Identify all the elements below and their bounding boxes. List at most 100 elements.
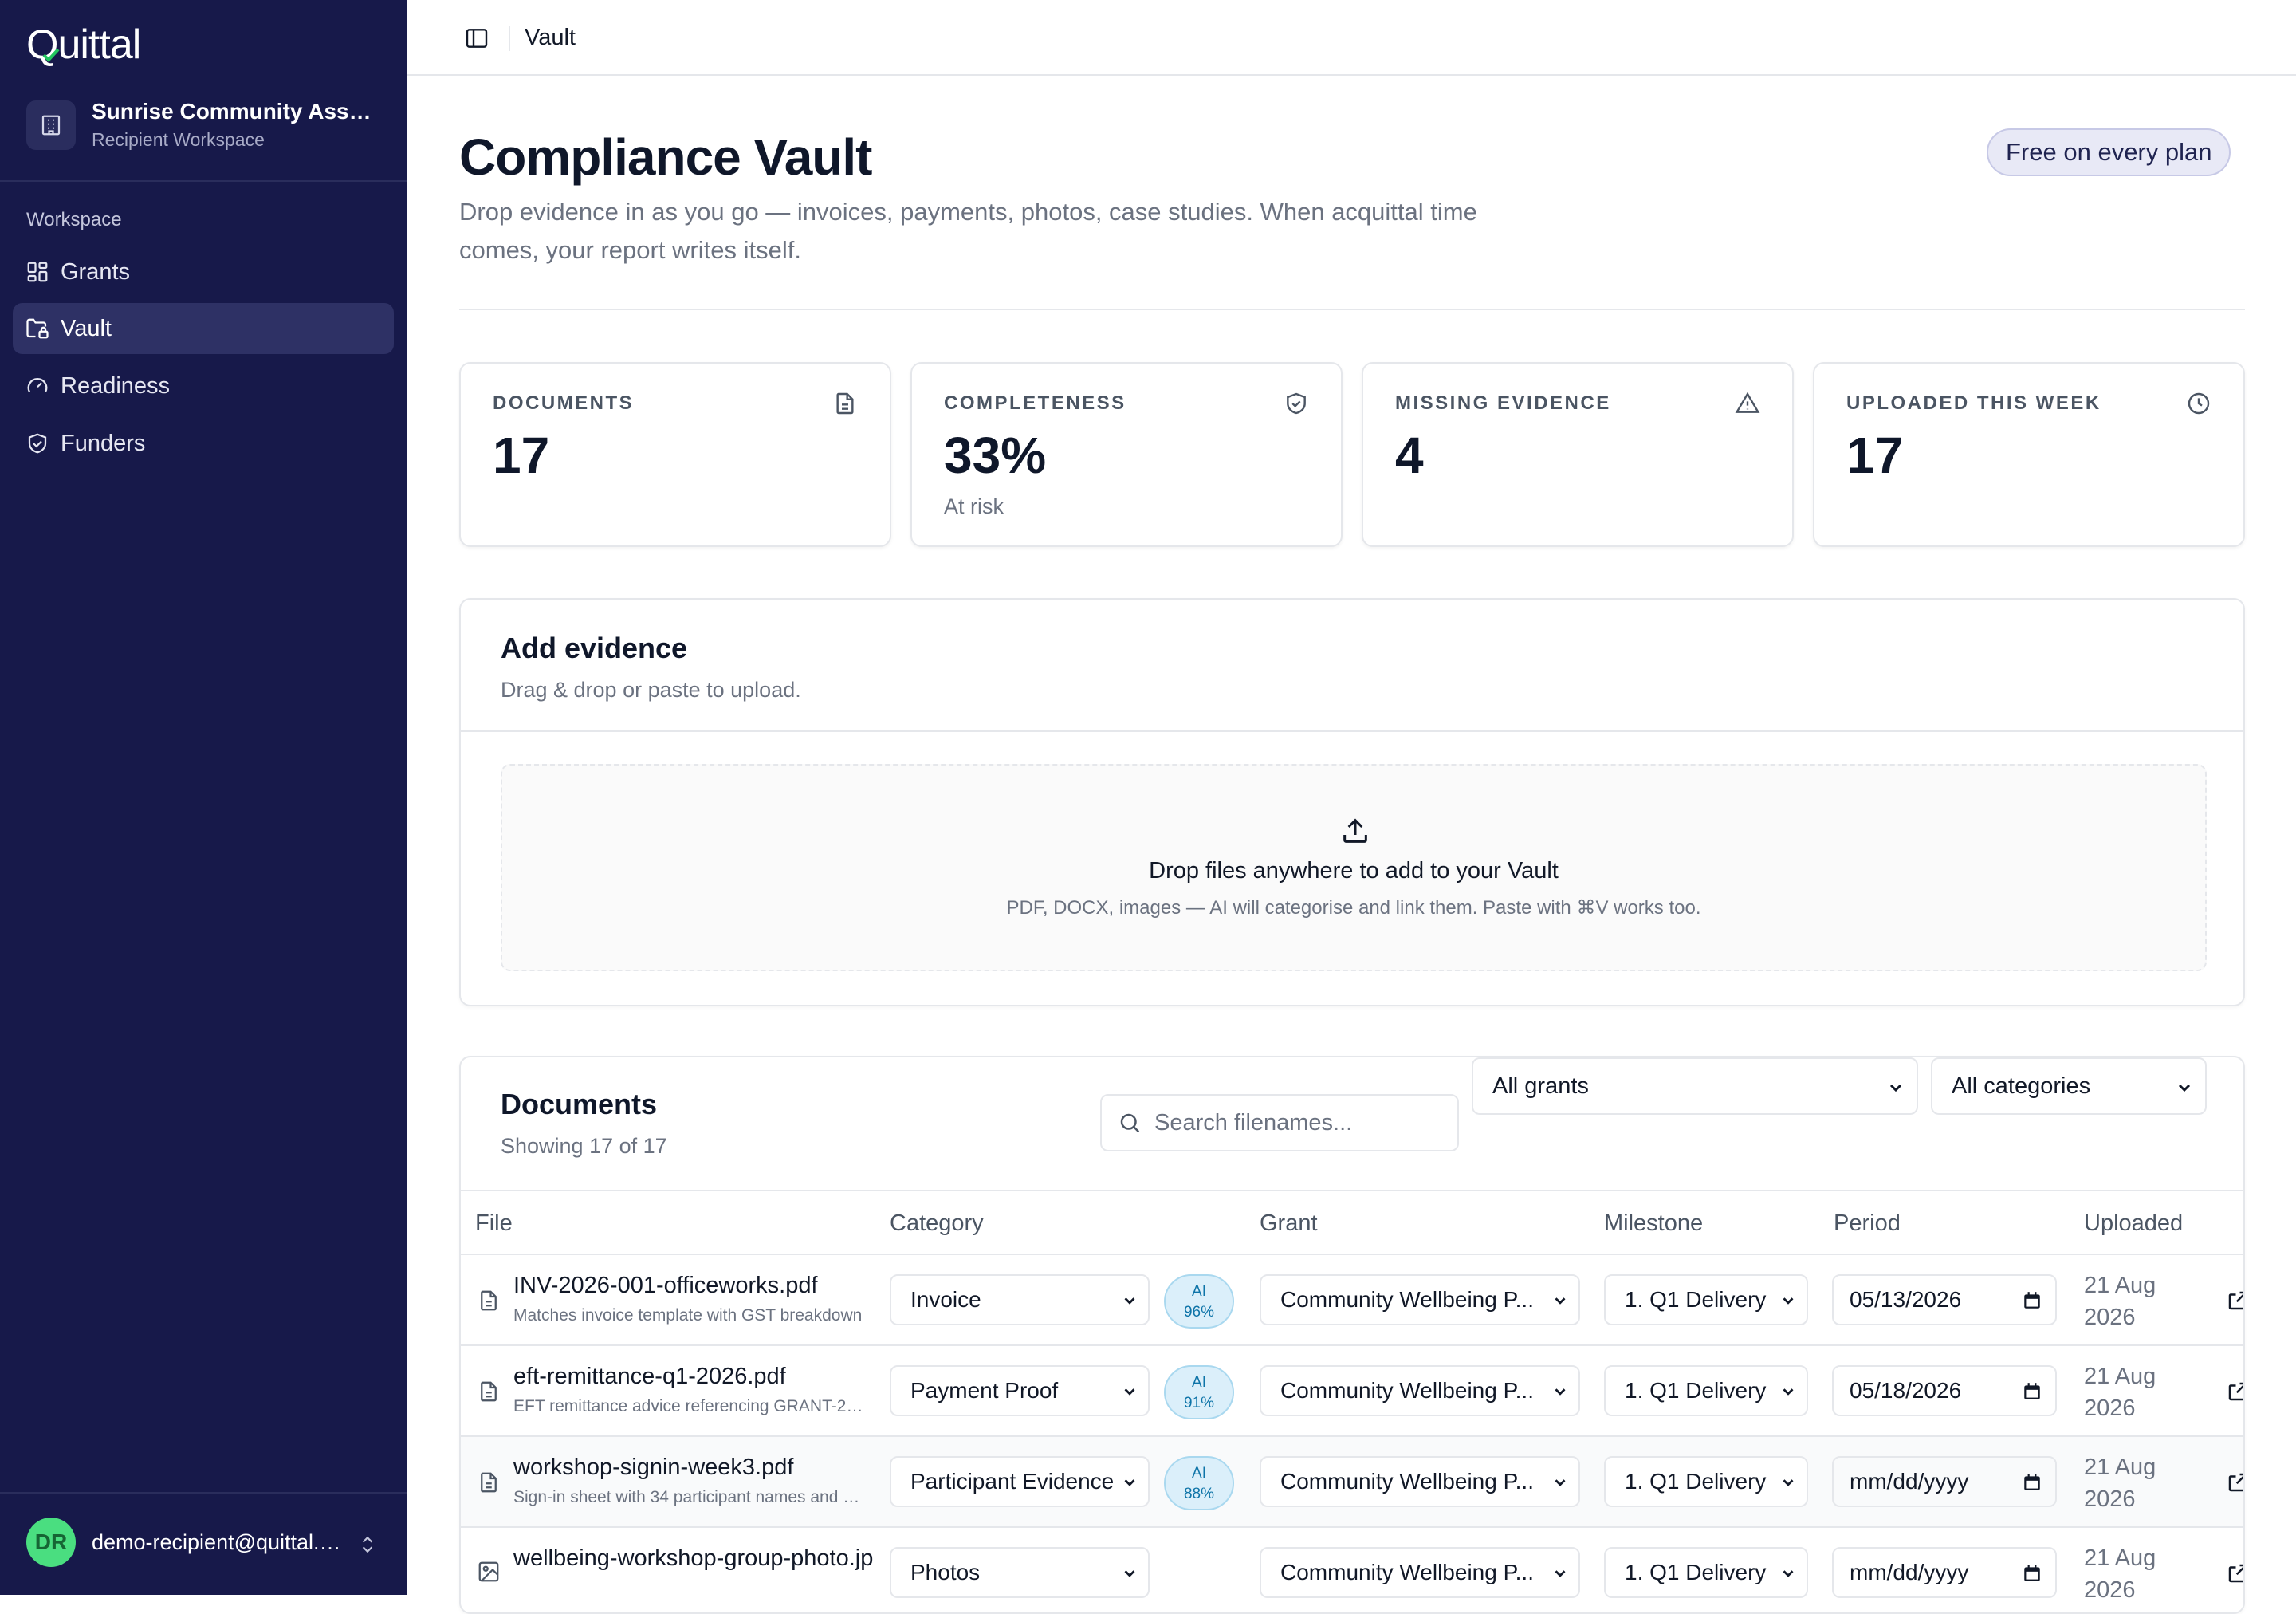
category-select[interactable]: Participant Evidence — [890, 1456, 1150, 1507]
grant-select[interactable]: Community Wellbeing P... — [1260, 1547, 1580, 1598]
milestone-value: 1. Q1 Delivery — [1625, 1560, 1767, 1584]
grant-select[interactable]: Community Wellbeing P... — [1260, 1456, 1580, 1507]
chevron-down-icon — [1555, 1479, 1566, 1486]
category-select[interactable]: Photos — [890, 1547, 1150, 1598]
document-icon — [836, 392, 854, 415]
org-switcher[interactable]: Sunrise Community Association Recipient … — [26, 99, 379, 151]
uploaded-date-line1: 21 Aug — [2084, 1364, 2156, 1389]
ai-confidence: 96% — [1183, 1304, 1215, 1321]
file-text-icon — [481, 1290, 497, 1311]
file-name[interactable]: wellbeing-workshop-group-photo.jpg — [513, 1545, 874, 1572]
stat-value: 17 — [1846, 427, 1904, 484]
chevrons-up-down-icon[interactable] — [357, 1533, 378, 1557]
column-header-uploaded[interactable]: Uploaded — [2084, 1210, 2183, 1237]
table-row[interactable]: workshop-signin-week3.pdf Sign-in sheet … — [461, 1437, 2243, 1528]
grant-filter-value: All grants — [1492, 1073, 1589, 1099]
external-link-icon[interactable] — [2226, 1470, 2245, 1494]
file-name[interactable]: eft-remittance-q1-2026.pdf — [513, 1364, 864, 1390]
period-value: 05/18/2026 — [1850, 1378, 1962, 1403]
sidebar-section-label: Workspace — [26, 209, 122, 230]
sidebar-item-vault[interactable]: Vault — [13, 303, 394, 354]
stat-value: 17 — [493, 427, 550, 484]
table-header: File Category Grant Milestone Period Upl… — [461, 1190, 2243, 1255]
page-title: Compliance Vault — [459, 128, 872, 186]
sidebar-item-grants[interactable]: Grants — [13, 246, 394, 297]
table-row[interactable]: INV-2026-001-officeworks.pdf Matches inv… — [461, 1255, 2243, 1346]
external-link-icon[interactable] — [2226, 1289, 2245, 1313]
ai-confidence-badge: AI 96% — [1164, 1274, 1234, 1329]
user-menu[interactable]: DR demo-recipient@quittal.com — [26, 1518, 347, 1567]
external-link-icon[interactable] — [2226, 1380, 2245, 1403]
milestone-select[interactable]: 1. Q1 Delivery — [1604, 1365, 1808, 1416]
section-title: Documents — [501, 1088, 658, 1120]
milestone-select[interactable]: 1. Q1 Delivery — [1604, 1274, 1808, 1325]
uploaded-date-line2: 2026 — [2084, 1396, 2136, 1421]
user-email: demo-recipient@quittal.com — [92, 1529, 347, 1554]
period-date-input[interactable]: mm/dd/yyyy — [1832, 1456, 2057, 1507]
stat-card-missing-evidence: MISSING EVIDENCE 4 — [1362, 362, 1794, 547]
documents-count: Showing 17 of 17 — [501, 1134, 667, 1158]
calendar-icon[interactable] — [2022, 1290, 2042, 1311]
category-value: Payment Proof — [910, 1378, 1059, 1403]
milestone-select[interactable]: 1. Q1 Delivery — [1604, 1547, 1808, 1598]
table-row[interactable]: eft-remittance-q1-2026.pdf EFT remittanc… — [461, 1346, 2243, 1437]
category-filter-select[interactable]: All categories — [1931, 1057, 2207, 1115]
stat-card-uploaded-this-week: UPLOADED THIS WEEK 17 — [1813, 362, 2245, 547]
category-value: Invoice — [910, 1287, 981, 1312]
category-select[interactable]: Invoice — [890, 1274, 1150, 1325]
sidebar-divider — [0, 180, 407, 182]
category-value: Participant Evidence — [910, 1469, 1115, 1494]
chevron-down-icon — [1783, 1297, 1794, 1305]
category-select[interactable]: Payment Proof — [890, 1365, 1150, 1416]
milestone-select[interactable]: 1. Q1 Delivery — [1604, 1456, 1808, 1507]
uploaded-date-line1: 21 Aug — [2084, 1545, 2156, 1571]
stat-value: 4 — [1395, 427, 1424, 484]
section-subtitle: Drag & drop or paste to upload. — [501, 678, 801, 702]
sidebar-item-readiness[interactable]: Readiness — [13, 360, 394, 411]
period-date-input[interactable]: 05/13/2026 — [1832, 1274, 2057, 1325]
chevron-down-icon — [1555, 1570, 1566, 1577]
column-header-period[interactable]: Period — [1834, 1210, 1901, 1237]
breadcrumb[interactable]: Vault — [525, 25, 576, 51]
uploaded-date: 21 Aug 2026 — [2084, 1270, 2172, 1333]
grant-filter-select[interactable]: All grants — [1472, 1057, 1918, 1115]
calendar-icon[interactable] — [2022, 1381, 2042, 1402]
chevron-down-icon — [2178, 1084, 2191, 1092]
column-header-milestone[interactable]: Milestone — [1604, 1210, 1703, 1237]
column-header-file[interactable]: File — [475, 1210, 513, 1237]
file-description: EFT remittance advice referencing GRANT-… — [513, 1397, 864, 1415]
grant-select[interactable]: Community Wellbeing P... — [1260, 1365, 1580, 1416]
stat-label: MISSING EVIDENCE — [1395, 392, 1611, 414]
column-header-category[interactable]: Category — [890, 1210, 984, 1237]
calendar-icon[interactable] — [2022, 1563, 2042, 1584]
warning-icon — [1735, 392, 1760, 413]
ai-confidence: 88% — [1183, 1486, 1215, 1502]
table-row[interactable]: wellbeing-workshop-group-photo.jpg Photo… — [461, 1528, 2245, 1612]
period-date-input[interactable]: 05/18/2026 — [1832, 1365, 2057, 1416]
chevron-down-icon — [1124, 1570, 1135, 1577]
ai-confidence: 91% — [1183, 1395, 1215, 1411]
search-icon — [1120, 1113, 1140, 1133]
toggle-sidebar-button[interactable] — [461, 22, 493, 54]
category-value: Photos — [910, 1560, 981, 1584]
chevron-down-icon — [1783, 1570, 1794, 1577]
period-date-input[interactable]: mm/dd/yyyy — [1832, 1547, 2057, 1598]
uploaded-date-line1: 21 Aug — [2084, 1273, 2156, 1298]
grid-icon — [27, 262, 48, 282]
external-link-icon[interactable] — [2226, 1561, 2245, 1585]
file-dropzone[interactable]: Drop files anywhere to add to your Vault… — [501, 764, 2207, 971]
avatar: DR — [26, 1518, 76, 1567]
milestone-value: 1. Q1 Delivery — [1625, 1378, 1767, 1403]
sidebar-item-funders[interactable]: Funders — [13, 418, 394, 469]
search-input[interactable]: Search filenames... — [1100, 1094, 1459, 1151]
file-name[interactable]: workshop-signin-week3.pdf — [513, 1455, 864, 1481]
grant-select[interactable]: Community Wellbeing P... — [1260, 1274, 1580, 1325]
logo-check-icon — [42, 48, 60, 62]
column-header-grant[interactable]: Grant — [1260, 1210, 1318, 1237]
chevron-down-icon — [1783, 1479, 1794, 1486]
chevron-down-icon — [1783, 1388, 1794, 1396]
ai-label: AI — [1192, 1283, 1206, 1300]
calendar-icon[interactable] — [2022, 1472, 2042, 1493]
file-name[interactable]: INV-2026-001-officeworks.pdf — [513, 1273, 864, 1299]
chevron-down-icon — [1124, 1388, 1135, 1396]
